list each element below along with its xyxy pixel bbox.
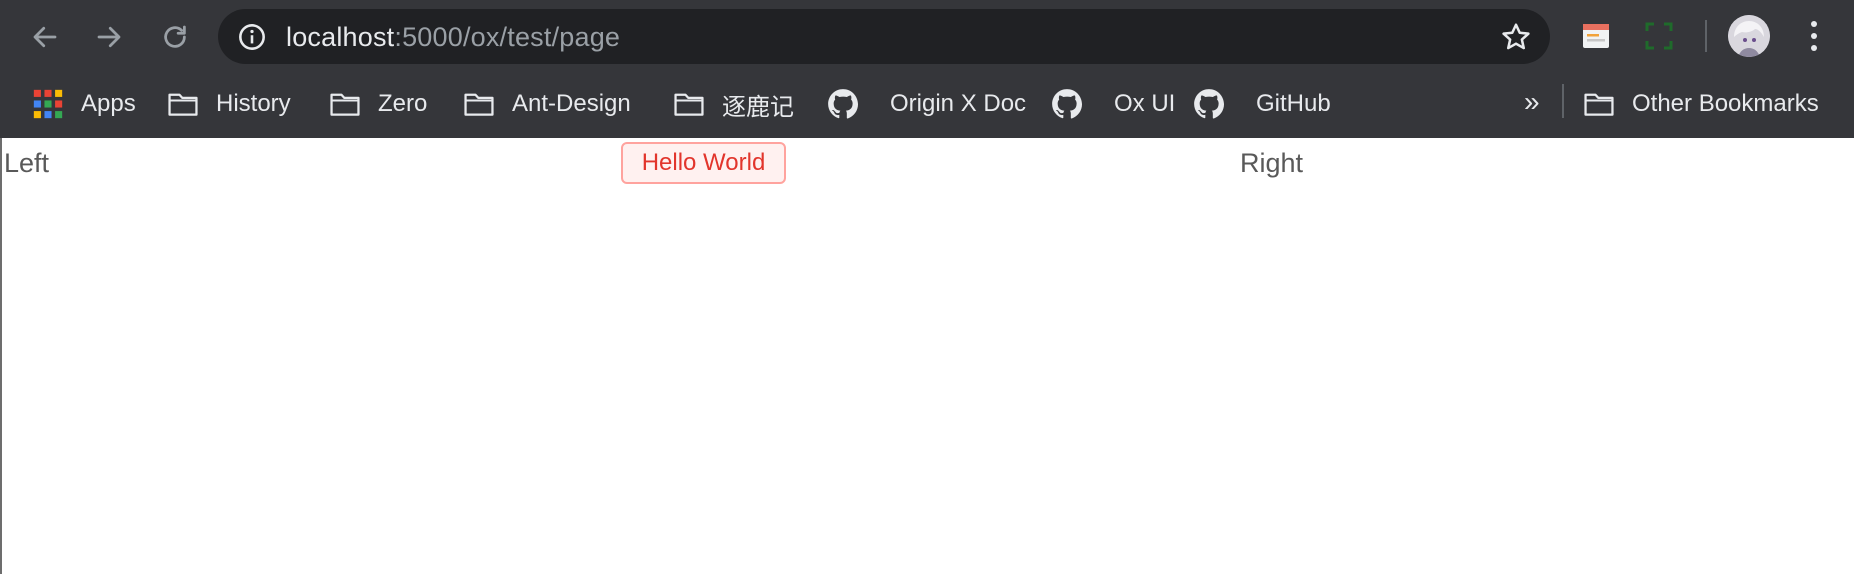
info-icon[interactable] [238, 23, 266, 51]
bookmark-label: GitHub [1256, 90, 1331, 117]
bookmark-apps[interactable]: Apps [31, 82, 136, 126]
bookmark-ant-design[interactable]: Ant-Design [462, 82, 631, 126]
bookmark-label: Zero [378, 90, 428, 117]
avatar[interactable] [1728, 15, 1770, 57]
folder-icon [672, 87, 706, 121]
bookmarks-separator [1562, 84, 1564, 118]
github-icon [1050, 87, 1084, 121]
address-bar[interactable]: localhost:5000/ox/test/page [218, 9, 1550, 64]
bookmark-label: Origin X Doc [890, 90, 1027, 117]
arrow-left-icon [33, 26, 57, 48]
bookmark-origin-x-doc[interactable]: Origin X Doc [826, 82, 1026, 126]
bookmark-other[interactable]: Other Bookmarks [1582, 82, 1819, 126]
github-icon [826, 87, 860, 121]
bookmark-label: Other Bookmarks [1632, 90, 1819, 117]
screenshot-extension-icon[interactable] [1643, 20, 1675, 52]
bookmark-github[interactable]: GitHub [1192, 82, 1331, 126]
github-icon [1192, 87, 1226, 121]
star-icon[interactable] [1500, 21, 1532, 53]
bookmark-label: 逐鹿记 [722, 93, 794, 121]
browser-toolbar: localhost:5000/ox/test/page [0, 0, 1854, 72]
bookmarks-overflow-button[interactable]: » [1524, 86, 1540, 118]
back-button[interactable] [24, 16, 66, 58]
bookmark-history[interactable]: History [166, 82, 291, 126]
calendar-extension-icon[interactable] [1580, 20, 1612, 52]
forward-button[interactable] [88, 16, 130, 58]
bookmark-label: Apps [81, 90, 136, 117]
folder-icon [462, 87, 496, 121]
url-text[interactable]: localhost:5000/ox/test/page [286, 22, 620, 53]
kebab-menu-icon[interactable] [1808, 18, 1820, 54]
reload-icon [164, 25, 186, 48]
folder-icon [1582, 87, 1616, 121]
folder-icon [328, 87, 362, 121]
folder-icon [166, 87, 200, 121]
bookmark-zero[interactable]: Zero [328, 82, 427, 126]
apps-grid-icon [33, 89, 63, 119]
page-content: Left Hello World Right [0, 138, 1854, 574]
url-host: localhost [286, 22, 395, 52]
bookmark-label: Ox UI [1114, 90, 1176, 117]
hello-world-tag[interactable]: Hello World [621, 142, 786, 184]
arrow-right-icon [97, 26, 121, 48]
right-text: Right [1240, 148, 1304, 178]
bookmarks-bar: Apps History Zero Ant-Design 逐鹿记 Origin … [0, 72, 1854, 138]
bookmark-zhuluji[interactable]: 逐鹿记 [672, 82, 794, 126]
toolbar-separator [1705, 20, 1707, 52]
bookmark-label: Ant-Design [512, 90, 631, 117]
bookmark-ox-ui[interactable]: Ox UI [1050, 82, 1175, 126]
reload-button[interactable] [154, 16, 196, 58]
url-path: :5000/ox/test/page [394, 22, 621, 52]
left-text: Left [4, 148, 50, 178]
bookmark-label: History [216, 90, 291, 117]
